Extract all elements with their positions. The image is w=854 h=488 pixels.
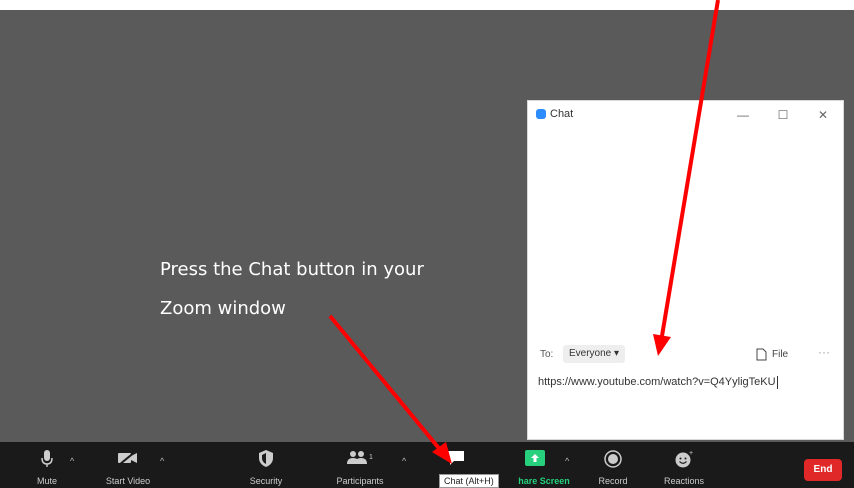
maximize-button[interactable]: ☐ [774,106,792,124]
record-label: Record [598,476,628,486]
video-options-caret[interactable]: ^ [160,456,164,466]
mute-label: Mute [36,476,58,486]
chat-tooltip: Chat (Alt+H) [439,474,499,488]
reactions-icon: + [675,450,693,468]
chat-window: Chat — ☐ ✕ To: Everyone ▾ File ··· https… [527,100,844,440]
end-meeting-button[interactable]: End [804,459,842,481]
recipient-row: To: Everyone ▾ File ··· [538,345,835,365]
close-button[interactable]: ✕ [814,106,832,124]
reactions-button[interactable]: + Reactions [656,442,712,488]
record-button[interactable]: Record [592,442,634,488]
video-camera-off-icon [118,450,137,466]
instruction-line-1: Press the Chat button in your [160,259,424,280]
chat-title: Chat [550,108,574,120]
share-screen-label: hare Screen [518,476,570,486]
share-screen-button[interactable]: hare Screen [510,442,570,488]
security-label: Security [249,476,283,486]
to-label: To: [540,349,554,360]
participants-options-caret[interactable]: ^ [402,456,406,466]
record-icon [604,450,622,468]
svg-text:+: + [689,450,693,457]
reactions-label: Reactions [663,476,705,486]
share-screen-icon [525,450,545,466]
minimize-button[interactable]: — [734,106,752,124]
instruction-line-2: Zoom window [160,298,286,319]
start-video-button[interactable]: Start Video [98,442,158,488]
participant-count: 1 [369,454,373,461]
chat-titlebar: Chat — ☐ ✕ [528,101,843,129]
file-button-label[interactable]: File [772,349,788,360]
meeting-toolbar: Mute ^ Start Video ^ Security 1 Particip… [0,442,854,488]
microphone-icon [41,450,53,467]
file-icon[interactable] [756,348,767,361]
security-button[interactable]: Security [240,442,292,488]
zoom-logo-icon [536,109,546,119]
message-input[interactable]: https://www.youtube.com/watch?v=Q4YyligT… [538,371,835,393]
participants-button[interactable]: 1 Participants [326,442,394,488]
recipient-dropdown[interactable]: Everyone ▾ [563,345,626,363]
chat-bubble-icon [448,451,464,465]
shield-icon [259,450,273,467]
audio-options-caret[interactable]: ^ [70,456,74,466]
more-options-icon[interactable]: ··· [818,345,830,359]
participants-icon: 1 [347,451,373,464]
start-video-label: Start Video [105,476,151,486]
message-input-value: https://www.youtube.com/watch?v=Q4YyligT… [538,376,776,388]
text-caret [776,375,778,389]
mute-button[interactable]: Mute [22,442,72,488]
share-options-caret[interactable]: ^ [565,456,569,466]
participants-label: Participants [336,476,384,486]
